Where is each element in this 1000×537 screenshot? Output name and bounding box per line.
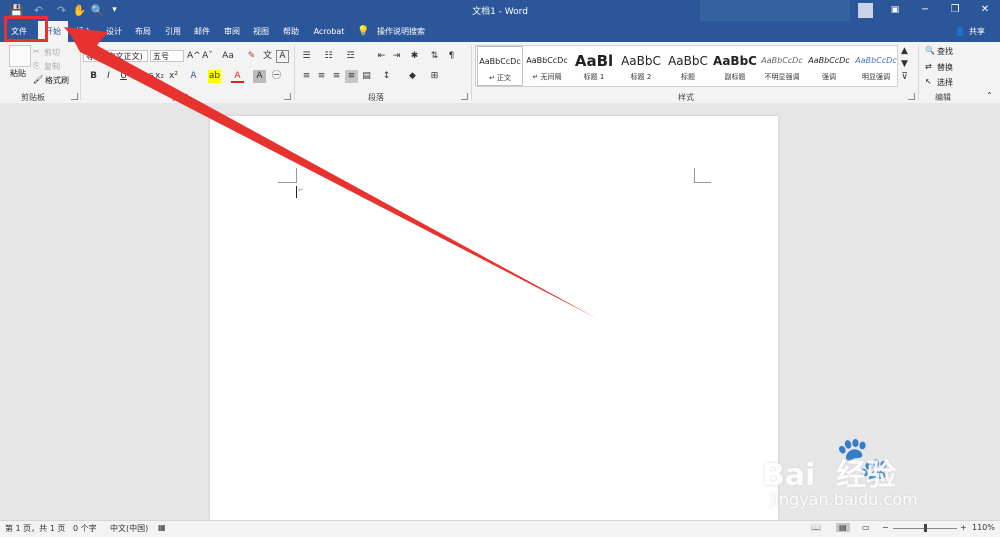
arrow-shaft — [68, 30, 596, 318]
annotation-arrow — [64, 27, 596, 318]
